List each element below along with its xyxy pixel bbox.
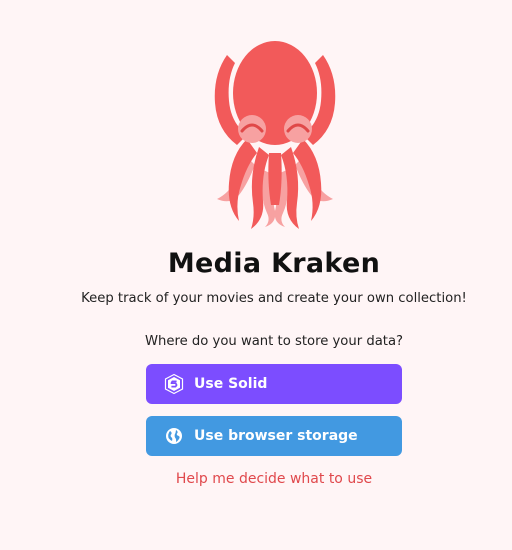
use-solid-button[interactable]: Use Solid bbox=[146, 364, 402, 404]
solid-icon bbox=[163, 373, 185, 395]
app-tagline: Keep track of your movies and create you… bbox=[81, 291, 467, 306]
globe-icon bbox=[163, 425, 185, 447]
help-decide-link[interactable]: Help me decide what to use bbox=[0, 471, 512, 487]
storage-question: Where do you want to store your data? bbox=[144, 334, 404, 349]
use-browser-storage-label: Use browser storage bbox=[194, 428, 358, 444]
use-browser-storage-button[interactable]: Use browser storage bbox=[146, 416, 402, 456]
octopus-logo bbox=[214, 41, 336, 229]
app-page: Media Kraken Keep track of your movies a… bbox=[0, 0, 512, 550]
app-title: Media Kraken bbox=[167, 248, 381, 279]
use-solid-label: Use Solid bbox=[194, 376, 268, 392]
